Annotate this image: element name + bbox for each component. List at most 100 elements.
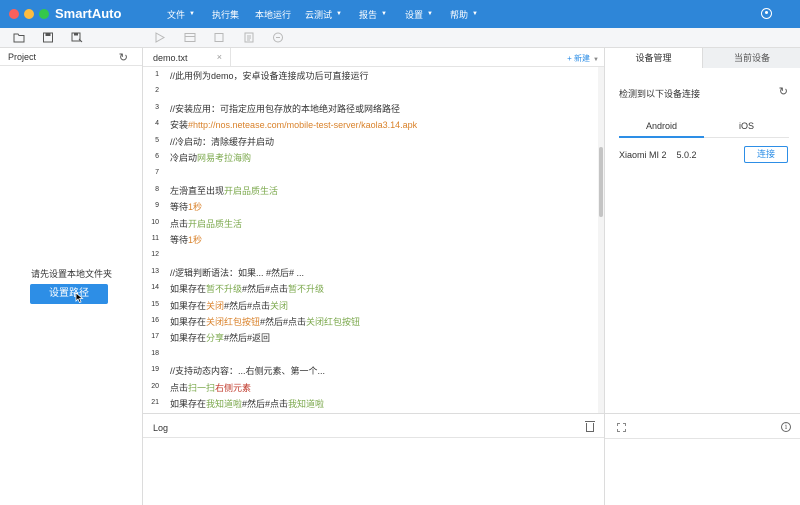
code-editor[interactable]: 21 如果存在我知道啦#然后#点击我知道啦 20 点击扫一扫右侧元素 19//支持动态内… (143, 67, 604, 413)
code-line[interactable]: 14 如果存在暂不升级#然后#点击暂不升级 (143, 280, 598, 296)
menu-cloud-test[interactable]: 云测试 ▼ (305, 0, 342, 28)
code-line[interactable]: 3 //安装应用：可指定应用包存放的本地绝对路径或网络路径 (143, 100, 598, 116)
code-line[interactable]: 6 冷启动网易考拉海购 (143, 149, 598, 165)
code-element-name: 暂不升级 (206, 284, 243, 295)
close-window-button[interactable] (9, 9, 19, 19)
trash-icon[interactable] (585, 421, 595, 432)
code-line[interactable]: 16 如果存在关闭红包按钮#然后#点击关闭红包按钮 (143, 313, 598, 329)
save-as-icon[interactable] (71, 32, 83, 43)
chevron-down-icon: ▼ (427, 11, 433, 17)
menu-report-label: 报告 (359, 9, 378, 20)
code-keyword: 如果存在 (170, 399, 207, 409)
code-line[interactable]: 5 //冷启动：清除缓存并启动 (143, 133, 598, 149)
title-bar: SmartAuto 文件 ▼ 执行集 本地运行 云测试 ▼ 报告 ▼ 设置 ▼ 帮助 ▼ (0, 0, 800, 28)
line-number: 6 (155, 153, 159, 160)
code-line[interactable]: 10 点击开启品质生活 (143, 215, 598, 231)
code-line[interactable]: 20 点击扫一扫右侧元素 (143, 379, 598, 395)
divider (605, 438, 800, 439)
menu-help[interactable]: 帮助 ▼ (450, 0, 478, 28)
line-text: 如果存在暂不升级#然后#点击暂不升级 (170, 282, 324, 295)
tab-ios[interactable]: iOS (704, 121, 789, 131)
code-element-name: 扫一扫 (188, 382, 216, 393)
new-file-button[interactable]: + 新建 ▼ (567, 53, 599, 64)
code-keyword: #然后#点击 (242, 284, 289, 295)
code-line[interactable]: 4 安装#http://nos.netease.com/mobile-test-s… (143, 116, 598, 132)
save-icon[interactable] (42, 32, 54, 43)
code-line[interactable]: 11 等待1秒 (143, 231, 598, 247)
folder-icon[interactable] (13, 32, 25, 43)
code-line[interactable]: 21 如果存在我知道啦#然后#点击我知道啦 (143, 395, 598, 411)
screenshot-icon[interactable] (617, 423, 626, 432)
code-line[interactable]: 12 (143, 247, 598, 263)
tab-current-device[interactable]: 当前设备 (703, 48, 800, 68)
line-number: 19 (151, 366, 159, 374)
report-icon[interactable] (243, 32, 255, 43)
code-keyword: 如果存在 (170, 317, 207, 327)
connect-button[interactable]: 连接 (744, 146, 788, 163)
line-number: 20 (151, 382, 159, 390)
menu-file[interactable]: 文件 ▼ (167, 0, 195, 28)
line-text: 等待1秒 (170, 200, 202, 213)
refresh-icon[interactable]: ↻ (779, 85, 788, 98)
code-line[interactable]: 18 (143, 346, 598, 362)
project-title: Project (8, 52, 37, 62)
cloud-run-icon[interactable] (272, 32, 284, 43)
line-number: 2 (155, 87, 159, 95)
menu-local-run[interactable]: 本地运行 (255, 0, 291, 28)
stop-icon[interactable] (213, 32, 225, 43)
menu-file-label: 文件 (167, 9, 186, 20)
code-keyword: #然后#点击 (242, 399, 289, 409)
code-keyword: 左滑直至出现 (170, 185, 225, 196)
zoom-window-button[interactable] (39, 9, 49, 19)
log-title: Log (153, 423, 169, 433)
device-tabs: 设备管理 当前设备 (605, 48, 800, 68)
run-icon[interactable] (154, 32, 166, 43)
chevron-down-icon: ▼ (336, 11, 342, 17)
device-panel: 设备管理 当前设备 检测到以下设备连接 ↻ Android iOS Xiaomi… (604, 48, 800, 505)
line-number: 15 (151, 300, 159, 308)
line-text: //支持动态内容：...右侧元素、第一个... (170, 364, 325, 377)
code-value: 1秒 (188, 235, 203, 245)
code-modifier: 右侧元素 (215, 382, 252, 393)
user-icon[interactable] (761, 8, 772, 19)
line-text: 等待1秒 (170, 233, 202, 246)
mouse-cursor-icon (75, 292, 84, 304)
menu-settings[interactable]: 设置 ▼ (405, 0, 433, 28)
code-line[interactable]: 7 (143, 165, 598, 181)
code-line[interactable]: 1 //此用例为demo，安卓设备连接成功后可直接运行 (143, 67, 598, 83)
tab-device-management[interactable]: 设备管理 (605, 48, 703, 68)
code-keyword: //冷启动：清除缓存并启动 (170, 136, 275, 147)
code-keyword: 点击 (170, 218, 189, 229)
line-number: 11 (151, 235, 159, 242)
code-keyword: 如果存在 (170, 300, 207, 311)
line-text: 如果存在关闭红包按钮#然后#点击关闭红包按钮 (170, 315, 360, 328)
code-line[interactable]: 2 (143, 83, 598, 99)
code-line[interactable]: 19 //支持动态内容：...右侧元素、第一个... (143, 362, 598, 378)
code-line[interactable]: 8 左滑直至出现开启品质生活 (143, 182, 598, 198)
info-icon[interactable]: i (781, 422, 791, 432)
device-detail-area: i (605, 413, 800, 505)
code-line[interactable]: 17 如果存在分享#然后#返回 (143, 329, 598, 345)
refresh-icon[interactable]: ↻ (119, 51, 128, 64)
tab-android[interactable]: Android (619, 121, 704, 131)
project-hint: 请先设置本地文件夹 (30, 269, 112, 279)
device-version: 5.0.2 (676, 150, 697, 160)
code-line[interactable]: 9 等待1秒 (143, 198, 598, 214)
device-list-item: Xiaomi MI 2 5.0.2 (619, 150, 697, 160)
menu-execution-set[interactable]: 执行集 (212, 0, 239, 28)
code-keyword: #然后#点击 (224, 300, 271, 311)
tab-demo-file[interactable]: demo.txt × (143, 48, 231, 67)
code-line[interactable]: 13 //逻辑判断语法：如果... #然后# ... (143, 264, 598, 280)
record-icon[interactable] (184, 32, 196, 43)
close-icon[interactable]: × (217, 52, 222, 62)
line-text: //此用例为demo，安卓设备连接成功后可直接运行 (170, 69, 369, 82)
set-path-button[interactable]: 设置路径 (30, 284, 108, 304)
code-keyword: 等待 (170, 202, 189, 213)
line-number: 3 (155, 103, 159, 111)
editor-scrollbar-thumb[interactable] (599, 147, 603, 217)
toolbar (0, 28, 800, 48)
menu-report[interactable]: 报告 ▼ (359, 0, 387, 28)
code-line[interactable]: 15 如果存在关闭#然后#点击关闭 (143, 297, 598, 313)
minimize-window-button[interactable] (24, 9, 34, 19)
log-panel: Log (143, 413, 604, 505)
